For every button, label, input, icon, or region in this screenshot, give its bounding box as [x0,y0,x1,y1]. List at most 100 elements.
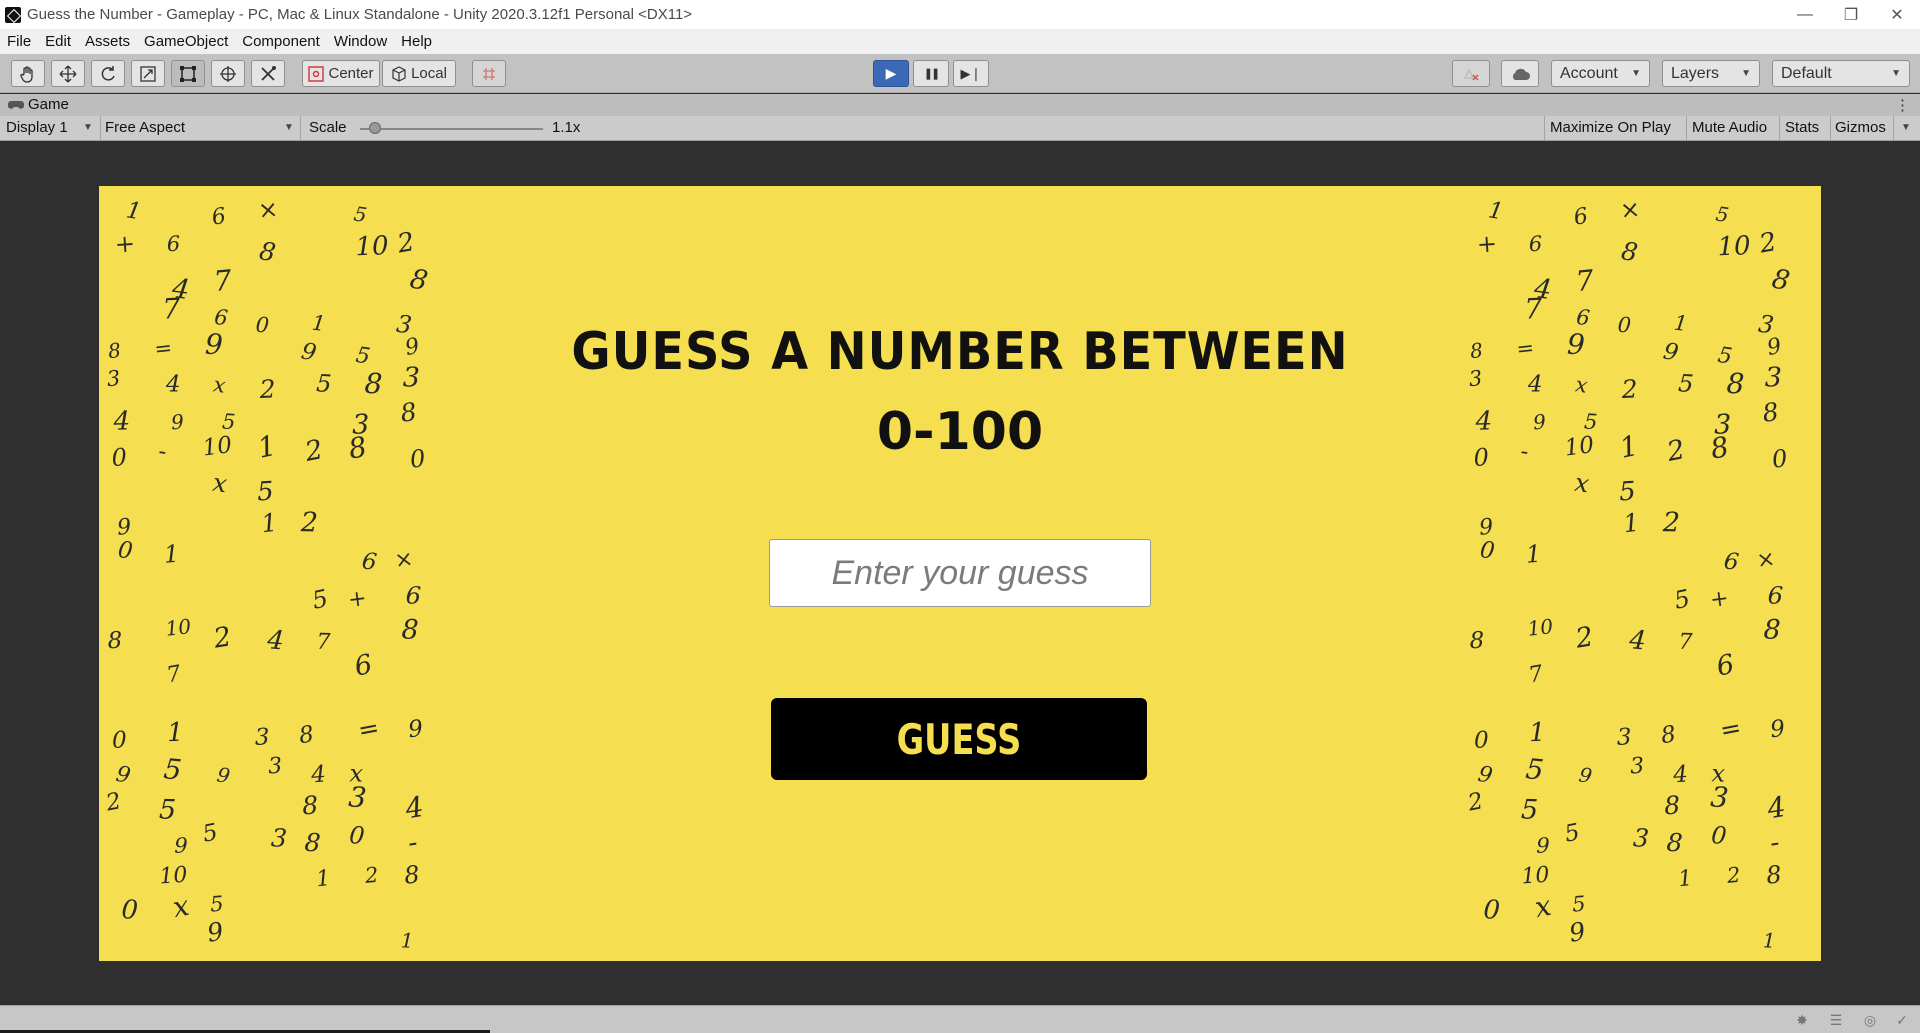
doodle-digit: 3 [1632,823,1650,853]
menu-help[interactable]: Help [394,29,439,54]
minimize-button[interactable]: — [1782,0,1828,29]
menu-component[interactable]: Component [235,29,327,54]
doodle-digit: 8 [107,338,122,363]
menu-file[interactable]: File [0,29,38,54]
doodle-digit: 5 [1521,794,1539,825]
close-button[interactable]: ✕ [1874,0,1920,29]
divider [300,116,301,140]
space-label: Local [411,65,447,82]
window-titlebar: Guess the Number - Gameplay - PC, Mac & … [0,0,1920,29]
doodle-digit: - [406,827,419,859]
doodle-digit: 9 [174,834,188,858]
doodle-digit: 3 [1765,362,1782,393]
cloud-icon[interactable] [1501,60,1539,87]
scale-slider-track[interactable] [360,128,543,130]
maximize-on-play-toggle[interactable]: Maximize On Play [1550,116,1671,140]
chevron-down-icon[interactable]: ▼ [1901,116,1911,140]
mute-audio-toggle[interactable]: Mute Audio [1692,116,1767,140]
rotate-tool-icon[interactable] [91,60,125,87]
pivot-center-button[interactable]: Center [302,60,380,87]
transform-tool-icon[interactable] [211,60,245,87]
aspect-dropdown[interactable]: Free Aspect [105,116,185,140]
more-options-icon[interactable]: ⋮ [1895,96,1910,114]
menu-assets[interactable]: Assets [78,29,137,54]
tab-game[interactable]: Game [8,96,69,113]
scale-value: 1.1x [552,119,581,136]
play-button[interactable]: ▶ [873,60,909,87]
divider [1830,116,1831,140]
doodle-digit: 9 [1769,716,1786,743]
doodle-digit: 5 [162,752,183,787]
doodle-digit: 5 [159,794,177,825]
doodle-digit: x [1532,889,1554,924]
stats-toggle[interactable]: Stats [1785,116,1819,140]
doodle-digit: 1 [1529,718,1547,749]
doodle-digit: 0 [121,895,139,926]
custom-tool-icon[interactable] [251,60,285,87]
menu-edit[interactable]: Edit [38,29,78,54]
rect-tool-icon[interactable] [171,60,205,87]
doodle-digit: 4 [1671,761,1688,788]
scale-tool-icon[interactable] [131,60,165,87]
pivot-icon [308,65,325,82]
doodle-digit: 9 [1476,762,1495,789]
divider [1893,116,1894,140]
layout-dropdown[interactable]: Default ▼ [1772,60,1910,87]
doodle-digit: 6 [1767,581,1784,610]
doodle-digit: 10 [1717,231,1751,262]
doodle-digit: 2 [299,507,318,538]
doodle-digit: 8 [401,615,419,646]
bug-icon[interactable]: ✸ [1794,1012,1810,1028]
grid-snap-icon[interactable] [472,60,506,87]
doodle-digit: = [356,713,382,745]
check-icon[interactable]: ✓ [1894,1012,1910,1028]
menu-gameobject[interactable]: GameObject [137,29,235,54]
doodle-digit: 5 [1571,892,1586,917]
doodle-digit: 7 [165,661,183,688]
doodle-digit: 1 [1525,540,1542,569]
doodle-digit: x [170,889,192,924]
doodle-digit: 7 [316,630,331,655]
doodle-digit: 6 [210,204,228,231]
guess-input[interactable] [769,539,1151,607]
doodle-digit: 0 [348,821,366,850]
account-label: Account [1560,64,1618,82]
menu-bar: File Edit Assets GameObject Component Wi… [0,29,1920,54]
doodle-digit: 1 [260,508,279,539]
doodle-digit: 8 [1769,263,1792,297]
restore-button[interactable]: ❐ [1828,0,1874,29]
guess-button[interactable]: GUESS [771,698,1147,780]
doodle-digit: 8 [407,263,430,297]
chevron-down-icon: ▼ [284,122,294,133]
scale-label: Scale [309,119,347,136]
display-dropdown[interactable]: Display 1 [6,116,68,140]
doodle-digit: 6 [1528,232,1542,257]
doodle-digit: 2 [1465,788,1485,817]
doodle-digit: 8 [1666,828,1684,858]
pause-button[interactable]: ❚❚ [913,60,949,87]
scale-slider-knob[interactable] [368,122,381,134]
gizmos-toggle[interactable]: Gizmos [1835,116,1886,140]
chevron-down-icon: ▼ [1741,68,1751,79]
doodle-digit: 5 [1618,477,1636,508]
account-dropdown[interactable]: Account ▼ [1551,60,1650,87]
guess-button-label: GUESS [896,714,1022,764]
menu-window[interactable]: Window [327,29,394,54]
move-tool-icon[interactable] [51,60,85,87]
layers-stack-icon[interactable]: ☰ [1828,1012,1844,1028]
doodle-digit: 9 [407,716,424,743]
doodle-digit: 1 [124,197,143,225]
chevron-down-icon: ▼ [1631,68,1641,79]
doodle-digit: 10 [164,614,192,641]
step-button[interactable]: ▶❘ [953,60,989,87]
layers-dropdown[interactable]: Layers ▼ [1662,60,1760,87]
doodle-digit: 6 [1722,548,1740,576]
doodle-digit: 6 [166,232,180,257]
collab-icon[interactable] [1452,60,1490,87]
cache-icon[interactable]: ◎ [1862,1012,1878,1028]
doodle-digit: 9 [205,917,225,948]
doodle-digit: 5 [1524,752,1545,787]
doodle-digit: x [211,468,229,499]
hand-tool-icon[interactable] [11,60,45,87]
pivot-local-button[interactable]: Local [382,60,456,87]
